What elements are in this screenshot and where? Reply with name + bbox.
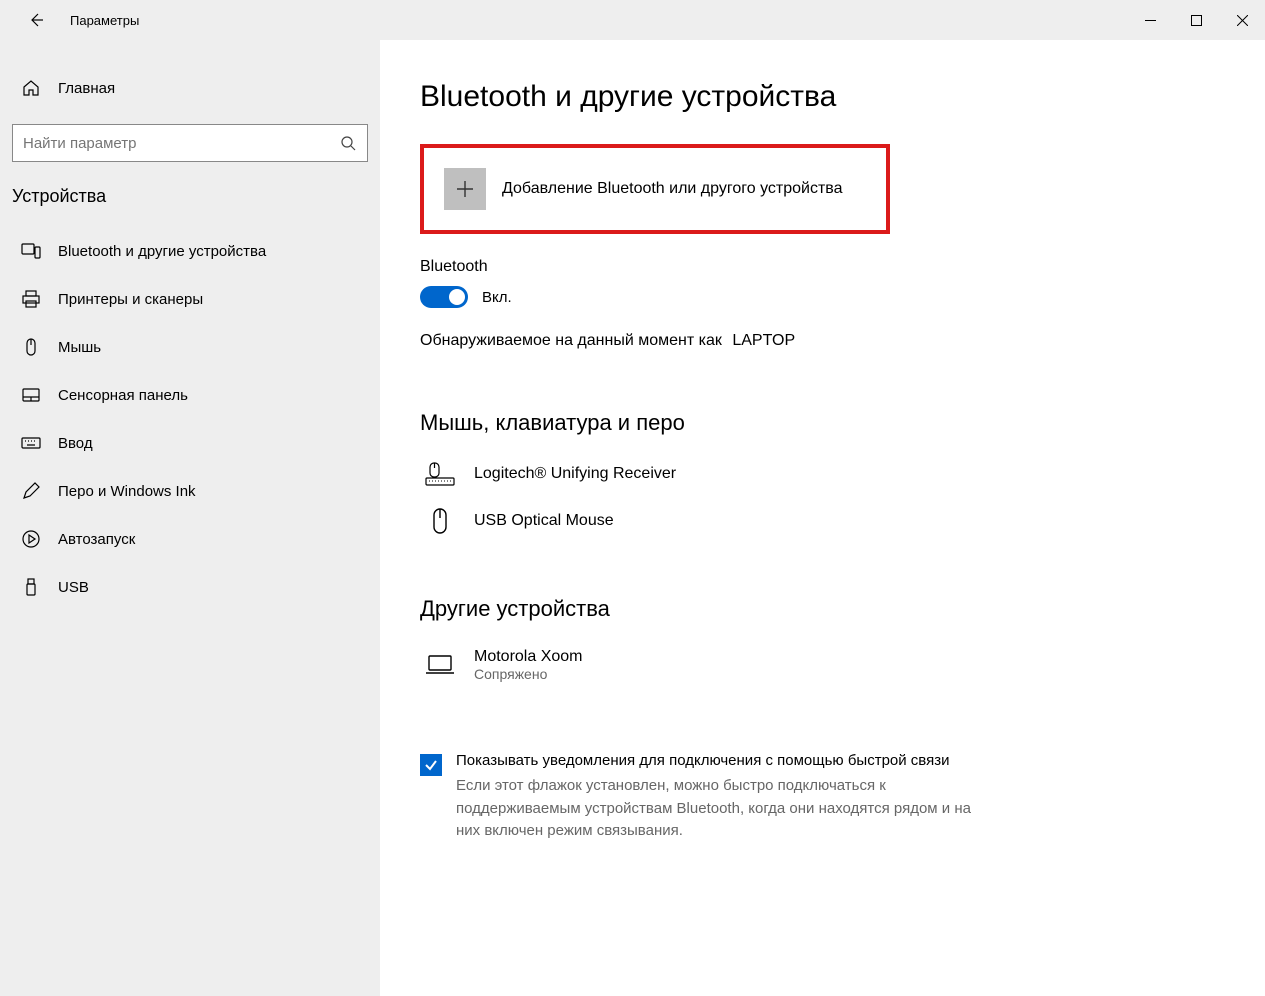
toggle-knob: [449, 289, 465, 305]
page-title: Bluetooth и другие устройства: [420, 80, 1225, 114]
sidebar-item-typing[interactable]: Ввод: [0, 419, 380, 467]
sidebar-item-label: Автозапуск: [58, 531, 135, 548]
quick-pair-label: Показывать уведомления для подключения с…: [456, 752, 976, 769]
usb-icon: [20, 577, 42, 597]
sidebar-category: Устройства: [0, 186, 380, 227]
minimize-icon: [1145, 15, 1156, 26]
arrow-left-icon: [28, 12, 44, 28]
bluetooth-toggle-row: Вкл.: [420, 286, 1225, 308]
sidebar-item-printers[interactable]: Принтеры и сканеры: [0, 275, 380, 323]
autoplay-icon: [20, 529, 42, 549]
search-input[interactable]: [23, 135, 339, 152]
sidebar-item-bluetooth[interactable]: Bluetooth и другие устройства: [0, 227, 380, 275]
check-icon: [424, 758, 438, 772]
keyboard-icon: [20, 433, 42, 453]
discoverable-device-name: LAPTOP: [732, 332, 795, 349]
sidebar-item-autoplay[interactable]: Автозапуск: [0, 515, 380, 563]
quick-pair-checkbox[interactable]: [420, 754, 442, 776]
keyboard-icon: [420, 462, 460, 486]
discoverable-text: Обнаруживаемое на данный момент как LAPT…: [420, 332, 1225, 350]
toggle-state: Вкл.: [482, 289, 512, 306]
discoverable-prefix: Обнаруживаемое на данный момент как: [420, 332, 722, 349]
sidebar-item-label: Перо и Windows Ink: [58, 483, 196, 500]
home-icon: [20, 78, 42, 98]
close-icon: [1237, 15, 1248, 26]
sidebar-home[interactable]: Главная: [0, 70, 380, 106]
minimize-button[interactable]: [1127, 4, 1173, 36]
device-info: USB Optical Mouse: [474, 512, 614, 530]
window-controls: [1127, 4, 1265, 36]
sidebar-item-label: Мышь: [58, 339, 101, 356]
mouse-icon: [20, 337, 42, 357]
mouse-icon: [420, 506, 460, 536]
main-content: Bluetooth и другие устройства Добавление…: [380, 40, 1265, 996]
plus-icon: [444, 168, 486, 210]
quick-pair-row: Показывать уведомления для подключения с…: [420, 752, 1225, 843]
sidebar-item-mouse[interactable]: Мышь: [0, 323, 380, 371]
device-info: Motorola Xoom Сопряжено: [474, 648, 583, 682]
window-title: Параметры: [70, 13, 139, 28]
touchpad-icon: [20, 385, 42, 405]
sidebar-item-pen[interactable]: Перо и Windows Ink: [0, 467, 380, 515]
device-row[interactable]: Motorola Xoom Сопряжено: [420, 638, 1225, 692]
bluetooth-label: Bluetooth: [420, 258, 1225, 276]
device-row[interactable]: USB Optical Mouse: [420, 496, 1225, 546]
laptop-icon: [420, 653, 460, 677]
sidebar-item-label: Сенсорная панель: [58, 387, 188, 404]
sidebar: Главная Устройства Bluetooth и другие ус…: [0, 40, 380, 996]
sidebar-item-label: Принтеры и сканеры: [58, 291, 203, 308]
maximize-button[interactable]: [1173, 4, 1219, 36]
add-device-button[interactable]: Добавление Bluetooth или другого устройс…: [420, 144, 890, 234]
back-button[interactable]: [20, 4, 52, 36]
device-status: Сопряжено: [474, 666, 583, 682]
device-row[interactable]: Logitech® Unifying Receiver: [420, 452, 1225, 496]
sidebar-item-label: USB: [58, 579, 89, 596]
maximize-icon: [1191, 15, 1202, 26]
sidebar-item-label: Ввод: [58, 435, 93, 452]
search-icon: [339, 134, 357, 152]
bluetooth-toggle[interactable]: [420, 286, 468, 308]
device-name: USB Optical Mouse: [474, 512, 614, 530]
sidebar-item-touchpad[interactable]: Сенсорная панель: [0, 371, 380, 419]
printer-icon: [20, 289, 42, 309]
device-name: Motorola Xoom: [474, 648, 583, 666]
sidebar-item-label: Bluetooth и другие устройства: [58, 243, 266, 260]
pen-icon: [20, 481, 42, 501]
devices-icon: [20, 241, 42, 261]
device-info: Logitech® Unifying Receiver: [474, 465, 676, 483]
device-name: Logitech® Unifying Receiver: [474, 465, 676, 483]
close-button[interactable]: [1219, 4, 1265, 36]
titlebar: Параметры: [0, 0, 1265, 40]
section-other-heading: Другие устройства: [420, 596, 1225, 622]
quick-pair-description: Если этот флажок установлен, можно быстр…: [456, 775, 996, 843]
search-box[interactable]: [12, 124, 368, 162]
home-label: Главная: [58, 80, 115, 97]
add-device-label: Добавление Bluetooth или другого устройс…: [502, 180, 843, 198]
section-input-heading: Мышь, клавиатура и перо: [420, 410, 1225, 436]
sidebar-item-usb[interactable]: USB: [0, 563, 380, 611]
